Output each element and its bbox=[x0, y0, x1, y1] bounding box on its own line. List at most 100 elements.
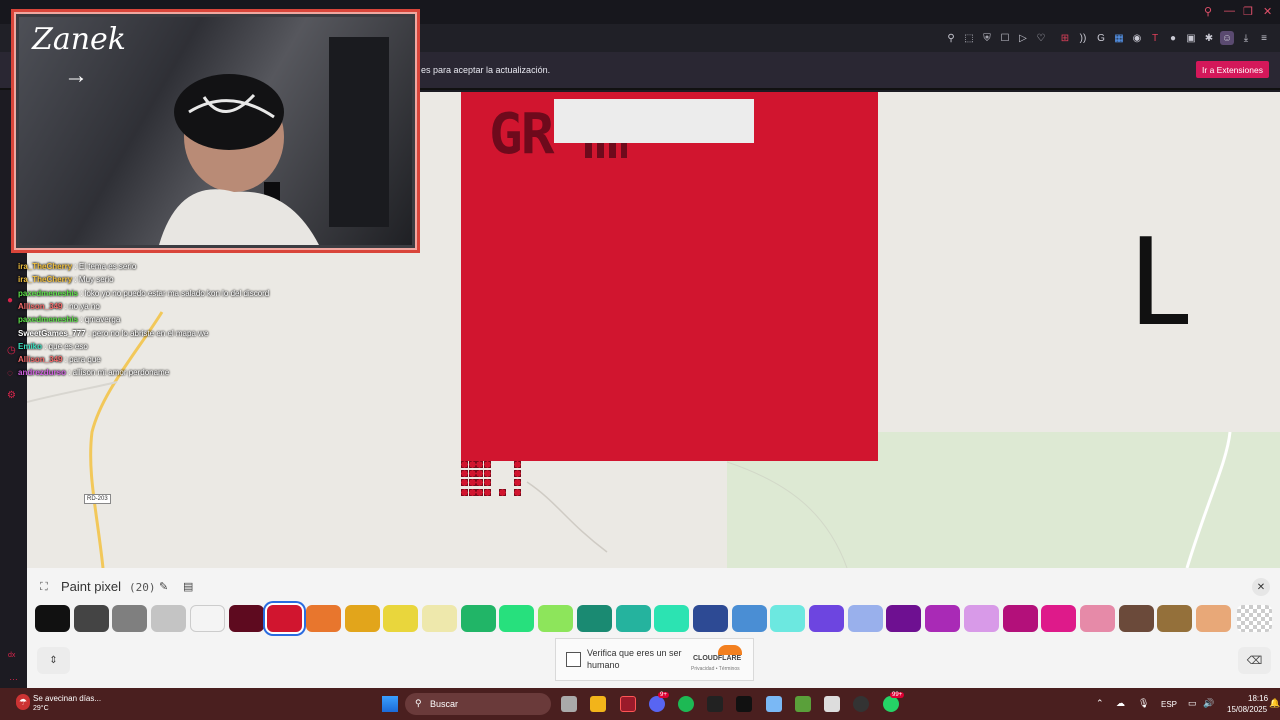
box-icon[interactable]: ☐ bbox=[998, 31, 1012, 45]
shield-icon[interactable]: ⛨ bbox=[980, 31, 994, 45]
color-swatch[interactable] bbox=[692, 605, 728, 632]
color-swatch[interactable] bbox=[151, 605, 187, 632]
wave-icon[interactable]: )) bbox=[1076, 31, 1090, 45]
chat-username[interactable]: ira_TheCherry bbox=[18, 275, 72, 284]
profile-icon[interactable]: ☺ bbox=[1220, 31, 1234, 45]
translate-icon[interactable]: ▦ bbox=[1112, 31, 1126, 45]
selected-pixel[interactable] bbox=[476, 461, 483, 468]
google-icon[interactable]: G bbox=[1094, 31, 1108, 45]
color-swatch[interactable] bbox=[1157, 605, 1193, 632]
selected-pixel[interactable] bbox=[461, 470, 468, 478]
spotify-icon[interactable] bbox=[678, 696, 694, 712]
search-icon[interactable]: ⚲ bbox=[1204, 5, 1212, 18]
minecraft-icon[interactable] bbox=[795, 696, 811, 712]
selected-pixel[interactable] bbox=[476, 479, 483, 487]
heart-icon[interactable]: ♡ bbox=[1034, 31, 1048, 45]
color-swatch[interactable] bbox=[538, 605, 574, 632]
color-swatch[interactable] bbox=[499, 605, 535, 632]
selected-pixel[interactable] bbox=[461, 479, 468, 487]
color-swatch[interactable] bbox=[731, 605, 767, 632]
whatsapp-icon[interactable] bbox=[883, 696, 899, 712]
color-swatch[interactable] bbox=[1079, 605, 1115, 632]
rail-more-icon[interactable]: … bbox=[9, 672, 18, 682]
chat-username[interactable]: andrezdurso bbox=[18, 368, 66, 377]
tray-chevron-icon[interactable]: ⌃ bbox=[1096, 698, 1104, 709]
chat-username[interactable]: Allison_349 bbox=[18, 355, 62, 364]
color-swatch[interactable] bbox=[963, 605, 999, 632]
chat-username[interactable]: paxedmeneshis bbox=[18, 289, 78, 298]
gallery-icon[interactable]: ▣ bbox=[1184, 31, 1198, 45]
selected-pixel[interactable] bbox=[461, 488, 468, 496]
selected-pixel[interactable] bbox=[468, 461, 476, 468]
pin-icon[interactable]: ⚲ bbox=[944, 31, 958, 45]
chat-username[interactable]: Emiko bbox=[18, 342, 42, 351]
close-panel-button[interactable]: ✕ bbox=[1252, 578, 1270, 596]
tray-language[interactable]: ESP bbox=[1161, 700, 1177, 709]
taskbar-search[interactable] bbox=[405, 693, 551, 715]
color-swatch[interactable] bbox=[886, 605, 922, 632]
pencil-icon[interactable]: ✎ bbox=[159, 580, 168, 593]
go-to-extensions-button[interactable]: Ir a Extensiones bbox=[1196, 61, 1269, 78]
task-view-icon[interactable] bbox=[561, 696, 577, 712]
color-swatch[interactable] bbox=[1041, 605, 1077, 632]
selected-pixel[interactable] bbox=[483, 470, 491, 478]
selected-pixel[interactable] bbox=[468, 488, 476, 496]
color-swatch[interactable] bbox=[925, 605, 961, 632]
selected-pixel[interactable] bbox=[468, 479, 476, 487]
steam-icon[interactable] bbox=[707, 696, 723, 712]
selected-pixel[interactable] bbox=[513, 461, 521, 468]
start-icon[interactable] bbox=[382, 696, 398, 712]
chat-username[interactable]: Allison_349 bbox=[18, 302, 62, 311]
selected-pixel[interactable] bbox=[483, 461, 491, 468]
color-swatch[interactable] bbox=[422, 605, 457, 632]
selected-pixel[interactable] bbox=[498, 488, 506, 496]
weather-icon[interactable]: ☂ bbox=[16, 694, 30, 710]
tray-network-icon[interactable]: ▭ bbox=[1188, 698, 1197, 709]
maximize-icon[interactable]: ❐ bbox=[1243, 5, 1253, 18]
color-swatch[interactable] bbox=[305, 605, 341, 632]
selected-pixels[interactable] bbox=[461, 461, 521, 501]
capcut-icon[interactable] bbox=[736, 696, 752, 712]
tray-date[interactable]: 15/08/2025 bbox=[1227, 705, 1267, 714]
color-swatch[interactable] bbox=[1002, 605, 1038, 632]
color-swatch[interactable] bbox=[1118, 605, 1154, 632]
palette-icon[interactable]: ◉ bbox=[1130, 31, 1144, 45]
tray-time[interactable]: 18:16 bbox=[1248, 694, 1268, 703]
color-swatch[interactable] bbox=[1196, 605, 1231, 632]
menu-icon[interactable]: ≡ bbox=[1257, 31, 1271, 45]
selected-pixel[interactable] bbox=[483, 479, 491, 487]
transparent-swatch[interactable] bbox=[1237, 605, 1272, 632]
color-swatch[interactable] bbox=[344, 605, 380, 632]
weather-text[interactable]: Se avecinan días... bbox=[33, 694, 101, 703]
tp-extension-icon[interactable]: T bbox=[1148, 31, 1162, 45]
color-swatch[interactable] bbox=[383, 605, 419, 632]
eraser-button[interactable]: ⌫ bbox=[1238, 647, 1271, 674]
captcha-links[interactable]: Privacidad • Términos bbox=[691, 666, 740, 672]
puzzle-icon[interactable]: ✱ bbox=[1202, 31, 1216, 45]
opera-gx-icon[interactable] bbox=[620, 696, 636, 712]
rail-settings-icon[interactable]: ⚙ bbox=[7, 390, 19, 402]
save-icon[interactable]: ▤ bbox=[183, 580, 193, 593]
tray-cloud-icon[interactable]: ☁ bbox=[1116, 698, 1125, 709]
color-swatch[interactable] bbox=[615, 605, 651, 632]
selected-pixel[interactable] bbox=[483, 488, 491, 496]
selected-pixel[interactable] bbox=[513, 488, 521, 496]
screenshot-icon[interactable]: ⬚ bbox=[962, 31, 976, 45]
tray-volume-icon[interactable]: 🔊 bbox=[1203, 698, 1214, 709]
extension-red-icon[interactable]: ⊞ bbox=[1058, 31, 1072, 45]
captcha-checkbox[interactable] bbox=[566, 652, 581, 667]
selected-pixel[interactable] bbox=[476, 470, 483, 478]
chat-username[interactable]: paxedmeneshis bbox=[18, 315, 78, 324]
notepad-icon[interactable] bbox=[766, 696, 782, 712]
snipping-icon[interactable] bbox=[824, 696, 840, 712]
color-swatch[interactable] bbox=[654, 605, 690, 632]
color-swatch[interactable] bbox=[576, 605, 612, 632]
color-swatch[interactable] bbox=[73, 605, 109, 632]
color-swatch[interactable] bbox=[112, 605, 148, 632]
toggle-panel-button[interactable]: ⇕ bbox=[37, 647, 70, 674]
play-icon[interactable]: ▷ bbox=[1016, 31, 1030, 45]
chat-username[interactable]: ira_TheCherry bbox=[18, 262, 72, 271]
selected-pixel[interactable] bbox=[513, 479, 521, 487]
close-icon[interactable]: ✕ bbox=[1263, 5, 1272, 18]
minimize-icon[interactable]: — bbox=[1224, 5, 1235, 17]
